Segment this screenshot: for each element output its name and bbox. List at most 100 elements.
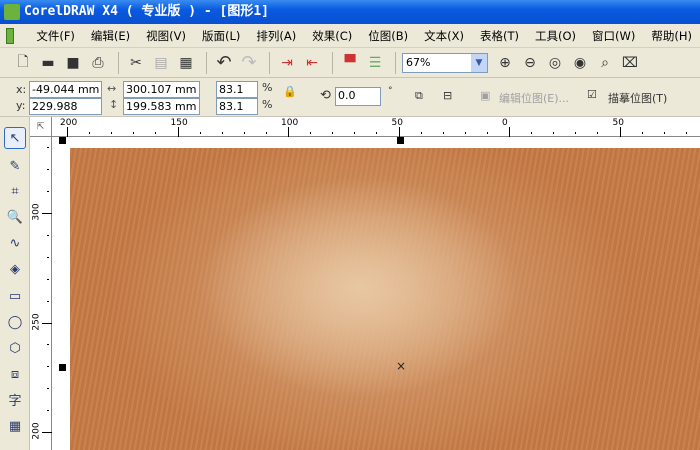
y-position-field[interactable]: 229.988 mm <box>29 98 102 128</box>
scale-y-field[interactable]: 83.1 <box>216 98 258 115</box>
zoom-selected-icon[interactable]: ◎ <box>544 52 566 74</box>
import-icon[interactable]: ⇥ <box>276 52 298 74</box>
zoom-value: 67% <box>406 56 431 69</box>
ruler-tick <box>42 213 52 214</box>
separator <box>395 51 396 74</box>
height-icon: ↕ <box>109 98 119 111</box>
zoom-all-icon[interactable]: ◉ <box>569 52 591 74</box>
bitmap-image[interactable] <box>70 148 700 450</box>
ruler-origin-icon[interactable]: ⇱ <box>30 117 52 137</box>
selection-handle[interactable] <box>59 364 66 371</box>
menu-layout[interactable]: 版面(L) <box>194 28 248 44</box>
ruler-tick <box>47 234 49 236</box>
application-launcher-icon[interactable]: ▀ <box>339 52 361 74</box>
toolbox: ↖ ✎ ⌗ 🔍 ∿ ◈ ▭ ◯ ⬡ ⧈ 字 ▦ <box>0 117 30 450</box>
ruler-tick <box>509 127 510 137</box>
menu-tools[interactable]: 工具(O) <box>527 28 584 44</box>
ruler-label: 50 <box>612 118 624 128</box>
ruler-tick <box>376 132 378 134</box>
menu-text[interactable]: 文本(X) <box>416 28 472 44</box>
zoom-tool-icon[interactable]: 🔍 <box>4 206 26 228</box>
selection-handle[interactable] <box>397 137 404 144</box>
ruler-tick <box>663 132 665 134</box>
print-icon[interactable]: ⎙ <box>87 52 109 74</box>
menu-window[interactable]: 窗口(W) <box>584 28 643 44</box>
basic-shapes-tool-icon[interactable]: ⧈ <box>4 363 26 385</box>
open-icon[interactable]: ▬ <box>37 52 59 74</box>
undo-icon[interactable]: ↶ <box>213 52 235 74</box>
paste-icon[interactable]: ▦ <box>175 52 197 74</box>
ruler-label: 200 <box>31 422 42 440</box>
menu-table[interactable]: 表格(T) <box>472 28 527 44</box>
smart-fill-tool-icon[interactable]: ◈ <box>4 258 26 280</box>
ruler-tick <box>420 132 422 134</box>
zoom-width-icon[interactable]: ⌧ <box>619 52 641 74</box>
ruler-tick <box>221 132 223 134</box>
ruler-tick <box>354 132 356 134</box>
degree-label: ° <box>388 86 393 96</box>
ruler-tick <box>111 132 113 134</box>
ruler-tick <box>67 127 68 137</box>
menu-bitmaps[interactable]: 位图(B) <box>360 28 416 44</box>
mirror-horizontal-icon[interactable]: ⧉ <box>415 89 423 103</box>
ruler-tick <box>641 132 643 134</box>
rotation-angle-field[interactable]: 0.0 <box>335 87 381 106</box>
ruler-tick <box>155 132 157 134</box>
horizontal-ruler[interactable]: 200 150 100 50 0 50 <box>52 117 700 137</box>
width-field[interactable]: 300.107 mm <box>123 81 200 98</box>
menu-file[interactable]: 文件(F) <box>28 28 83 44</box>
trace-bitmap-button[interactable]: 描摹位图(T) <box>608 90 667 106</box>
ruler-tick <box>177 127 179 137</box>
width-icon: ↔ <box>107 82 117 95</box>
ruler-label: 100 <box>281 118 299 128</box>
menu-bar: 文件(F) 编辑(E) 视图(V) 版面(L) 排列(A) 效果(C) 位图(B… <box>0 24 700 48</box>
ruler-tick <box>553 132 555 134</box>
scale-x-field[interactable]: 83.1 <box>216 81 258 98</box>
ruler-tick <box>442 132 444 134</box>
crop-tool-icon[interactable]: ⌗ <box>4 180 26 202</box>
menu-effects[interactable]: 效果(C) <box>304 28 360 44</box>
polygon-tool-icon[interactable]: ⬡ <box>4 337 26 359</box>
standard-toolbar: 🗋 ▬ ■ ⎙ ✂ ▤ ▦ ↶ ↷ ⇥ ⇤ ▀ ☰ 67% ▼ ⊕ ⊖ ◎ ◉ ⌕… <box>0 48 700 78</box>
redo-icon[interactable]: ↷ <box>238 52 260 74</box>
pick-tool-icon[interactable]: ↖ <box>4 127 26 149</box>
shape-tool-icon[interactable]: ✎ <box>4 155 26 177</box>
x-position-field[interactable]: -49.044 mm <box>29 81 102 98</box>
ruler-tick <box>310 132 312 134</box>
ellipse-tool-icon[interactable]: ◯ <box>4 311 26 333</box>
coreldraw-logo-icon <box>4 4 20 20</box>
edit-bitmap-icon: ▣ <box>480 89 491 102</box>
rectangle-tool-icon[interactable]: ▭ <box>4 285 26 307</box>
ruler-tick <box>47 410 49 412</box>
save-icon[interactable]: ■ <box>62 52 84 74</box>
table-tool-icon[interactable]: ▦ <box>4 415 26 437</box>
freehand-tool-icon[interactable]: ∿ <box>4 232 26 254</box>
chevron-down-icon[interactable]: ▼ <box>471 53 487 72</box>
ruler-tick <box>398 127 400 137</box>
height-field[interactable]: 199.583 mm <box>123 98 200 115</box>
selection-handle[interactable] <box>59 137 66 144</box>
ruler-tick <box>47 256 49 258</box>
options-icon[interactable]: ☰ <box>364 52 386 74</box>
ruler-tick <box>133 132 135 134</box>
mirror-vertical-icon[interactable]: ⊟ <box>443 89 452 102</box>
lock-ratio-icon[interactable]: 🔒 <box>283 85 297 98</box>
zoom-in-icon[interactable]: ⊕ <box>494 52 516 74</box>
new-icon[interactable]: 🗋 <box>12 52 34 74</box>
ruler-tick <box>199 132 201 134</box>
zoom-page-icon[interactable]: ⌕ <box>594 52 616 74</box>
menu-view[interactable]: 视图(V) <box>138 28 194 44</box>
edit-bitmap-button[interactable]: 编辑位图(E)... <box>499 90 569 106</box>
copy-icon[interactable]: ▤ <box>150 52 172 74</box>
document-icon[interactable] <box>6 27 15 44</box>
vertical-ruler[interactable]: 300 250 200 <box>30 137 52 450</box>
zoom-out-icon[interactable]: ⊖ <box>519 52 541 74</box>
menu-help[interactable]: 帮助(H) <box>643 28 700 44</box>
menu-arrange[interactable]: 排列(A) <box>248 28 304 44</box>
ruler-tick <box>89 132 91 134</box>
zoom-level-select[interactable]: 67% ▼ <box>402 52 488 73</box>
menu-edit[interactable]: 编辑(E) <box>83 28 138 44</box>
cut-icon[interactable]: ✂ <box>125 52 147 74</box>
text-tool-icon[interactable]: 字 <box>4 388 26 410</box>
export-icon[interactable]: ⇤ <box>301 52 323 74</box>
